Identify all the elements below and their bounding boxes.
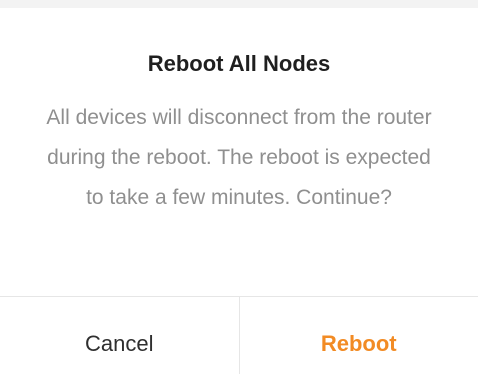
dialog-body: Reboot All Nodes All devices will discon… (0, 44, 478, 218)
dialog-message: All devices will disconnect from the rou… (46, 106, 432, 209)
reboot-dialog: Reboot All Nodes All devices will discon… (0, 0, 478, 374)
dialog-title: Reboot All Nodes (147, 51, 331, 76)
reboot-button[interactable]: Reboot (240, 297, 478, 374)
dialog-button-row: Cancel Reboot (0, 296, 478, 374)
dialog-top-edge (0, 0, 478, 8)
cancel-button[interactable]: Cancel (0, 297, 240, 374)
